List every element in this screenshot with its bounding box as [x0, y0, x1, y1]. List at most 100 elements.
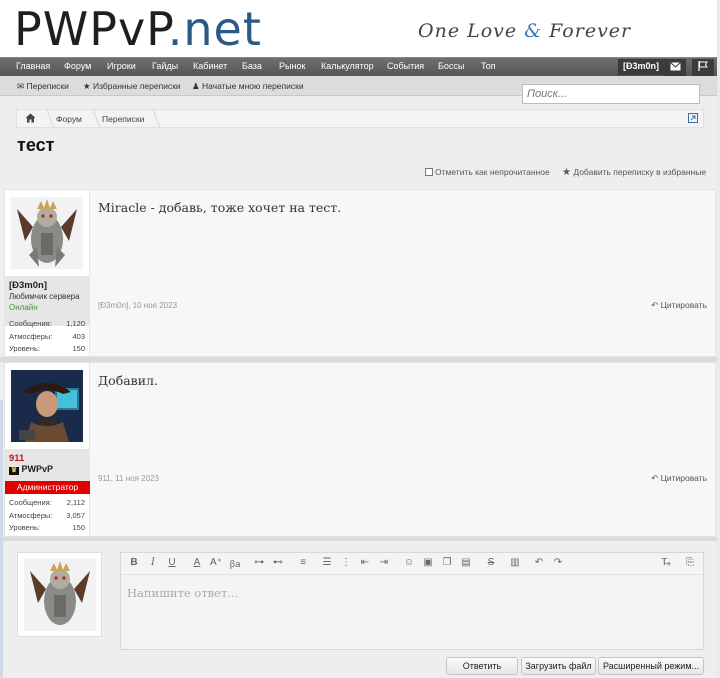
quote-block-icon[interactable]: ▤ — [459, 557, 473, 568]
save-draft-icon[interactable]: ▥ — [508, 557, 522, 568]
checkbox-icon[interactable] — [425, 168, 433, 176]
nav-item-events[interactable]: События — [387, 61, 424, 71]
admin-role-badge: Администратор — [5, 481, 90, 494]
post-user-title: ♛ PWPvP — [9, 464, 54, 475]
breadcrumb-item-conversations[interactable]: Переписки — [102, 114, 144, 124]
crown-icon: ♛ — [9, 467, 19, 475]
outdent-icon[interactable]: ⇤ — [358, 557, 372, 568]
bullet-list-icon[interactable]: ☰ — [320, 557, 334, 568]
quote-button[interactable]: ↶ Цитировать — [651, 473, 707, 484]
reply-button[interactable]: Ответить — [446, 657, 518, 675]
breadcrumb: Форум Переписки — [16, 109, 704, 128]
stat-row: Атмосферы: 3,057 — [9, 510, 85, 520]
logo-text-main: PWPvP — [14, 2, 168, 56]
home-icon[interactable] — [25, 113, 36, 126]
mark-unread-label: Отметить как непрочитанное — [435, 167, 550, 177]
reply-editor[interactable]: B I U A A⁺ ꞵa ⊶ ⊷ ≡ ☰ ⋮ ⇤ ⇥ ☺ ▣ ❐ ▤ S ▥ … — [120, 552, 704, 650]
envelope-icon: ✉ — [17, 81, 25, 91]
nav-item-calculator[interactable]: Калькулятор — [321, 61, 374, 71]
remove-format-icon[interactable]: T̶ₓ — [659, 557, 673, 568]
toggle-source-icon[interactable]: ⎘ — [683, 557, 697, 568]
subnav-item-starred[interactable]: ★ Избранные переписки — [83, 81, 181, 92]
reply-arrow-icon: ↶ — [651, 473, 659, 483]
star-icon: ★ — [562, 167, 571, 178]
stat-row: Сообщения: 1,120 — [9, 319, 85, 328]
avatar[interactable] — [11, 370, 83, 442]
mark-unread-toggle[interactable]: Отметить как непрочитанное — [425, 167, 550, 177]
link-icon[interactable]: ⊶ — [252, 557, 266, 568]
post-divider — [0, 537, 720, 541]
redo-icon[interactable]: ↷ — [551, 557, 565, 568]
left-edge-strip — [0, 400, 3, 678]
logo-text-domain: .net — [167, 2, 262, 56]
site-slogan: One Love & Forever — [418, 20, 631, 42]
editor-toolbar: B I U A A⁺ ꞵa ⊶ ⊷ ≡ ☰ ⋮ ⇤ ⇥ ☺ ▣ ❐ ▤ S ▥ … — [121, 553, 703, 575]
image-icon[interactable]: ▣ — [421, 557, 435, 568]
quote-button[interactable]: ↶ Цитировать — [651, 300, 707, 311]
align-icon[interactable]: ≡ — [296, 557, 310, 568]
nav-user-account[interactable]: [Ð3m0n] — [618, 59, 665, 75]
font-family-icon[interactable]: ꞵa — [228, 557, 242, 570]
stat-row: Атмосферы: 403 — [9, 331, 85, 341]
italic-icon[interactable]: I — [146, 557, 160, 568]
reply-arrow-icon: ↶ — [651, 300, 659, 310]
add-favorite-link[interactable]: ★ Добавить переписку в избранные — [562, 167, 706, 178]
site-header: PWPvP.net One Love & Forever — [0, 0, 720, 57]
user-stats: Сообщения: 2,112 Атмосферы: 3,057 Уровень:… — [5, 498, 90, 536]
smiley-icon[interactable]: ☺ — [402, 557, 416, 568]
post-user-panel: [Ð3m0n] Любимчик сервера Онлайн Сообщени… — [5, 190, 90, 356]
avatar[interactable] — [11, 197, 83, 269]
numbered-list-icon[interactable]: ⋮ — [339, 557, 353, 568]
post-message-text: Добавил. — [98, 373, 158, 388]
advanced-mode-button[interactable]: Расширенный режим... — [598, 657, 704, 675]
user-icon: ♟ — [192, 81, 200, 91]
nav-item-bosses[interactable]: Боссы — [438, 61, 464, 71]
breadcrumb-separator — [143, 110, 161, 127]
nav-item-players[interactable]: Игроки — [107, 61, 136, 71]
post-username[interactable]: [Ð3m0n] — [9, 280, 47, 291]
nav-item-market[interactable]: Рынок — [279, 61, 305, 71]
indent-icon[interactable]: ⇥ — [377, 557, 391, 568]
post-user-title: Любимчик сервера — [9, 292, 80, 301]
nav-item-forum[interactable]: Форум — [64, 61, 91, 71]
font-size-icon[interactable]: A⁺ — [209, 557, 223, 568]
breadcrumb-separator — [83, 110, 101, 127]
flag-icon[interactable] — [692, 59, 714, 76]
add-favorite-label: Добавить переписку в избранные — [573, 167, 707, 177]
nav-item-base[interactable]: База — [242, 61, 262, 71]
media-icon[interactable]: ❐ — [440, 557, 454, 568]
site-logo[interactable]: PWPvP.net — [14, 2, 262, 56]
subnav-item-conversations[interactable]: ✉ Переписки — [17, 81, 69, 92]
unlink-icon[interactable]: ⊷ — [271, 557, 285, 568]
message-post: [Ð3m0n] Любимчик сервера Онлайн Сообщени… — [4, 189, 716, 357]
underline-icon[interactable]: U — [165, 557, 179, 568]
upload-file-button[interactable]: Загрузить файл — [521, 657, 596, 675]
post-meta[interactable]: 911, 11 ноя 2023 — [98, 474, 159, 483]
nav-item-top[interactable]: Топ — [481, 61, 496, 71]
strikethrough-icon[interactable]: S — [484, 557, 498, 568]
bold-icon[interactable]: B — [127, 557, 141, 568]
subnav-item-started-by-me[interactable]: ♟ Начатые мною переписки — [192, 81, 304, 92]
post-message-text: Miracle - добавь, тоже хочет на тест. — [98, 200, 342, 215]
online-status: Онлайн — [9, 303, 38, 312]
user-stats: Сообщения: 1,120 Атмосферы: 403 Уровень: 15… — [5, 319, 90, 357]
post-meta[interactable]: [Ð3m0n], 10 ноя 2023 — [98, 301, 177, 310]
nav-item-cabinet[interactable]: Кабинет — [193, 61, 227, 71]
stat-row: Сообщения: 2,112 — [9, 498, 85, 507]
envelope-icon[interactable] — [664, 59, 686, 76]
post-username[interactable]: 911 — [9, 453, 24, 464]
page-title: тест — [17, 135, 55, 155]
nav-item-guides[interactable]: Гайды — [152, 61, 178, 71]
avatar[interactable] — [24, 559, 96, 631]
main-nav: Главная Форум Игроки Гайды Кабинет База … — [0, 57, 720, 76]
nav-item-home[interactable]: Главная — [16, 61, 50, 71]
reply-avatar-frame — [17, 552, 102, 637]
breadcrumb-item-forum[interactable]: Форум — [56, 114, 82, 124]
undo-icon[interactable]: ↶ — [532, 557, 546, 568]
text-color-icon[interactable]: A — [190, 557, 204, 568]
reply-placeholder: Напишите ответ... — [127, 586, 239, 600]
stat-row: Уровень: 150 — [9, 344, 85, 353]
jump-icon[interactable] — [688, 113, 698, 126]
search-input[interactable] — [522, 84, 700, 104]
slogan-part-two: Forever — [549, 20, 632, 42]
